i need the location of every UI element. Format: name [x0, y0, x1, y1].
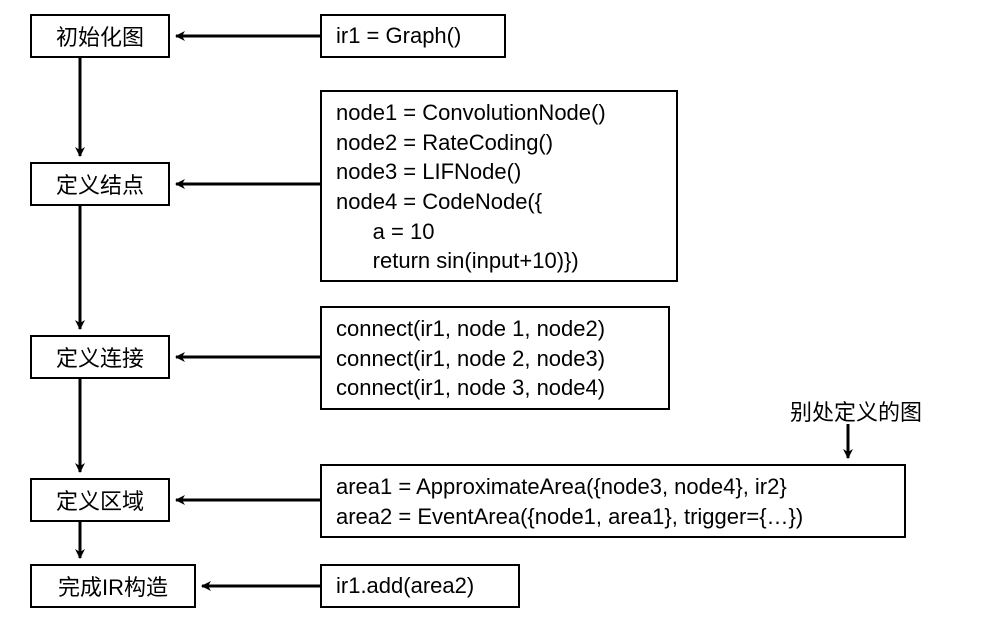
step-label: 定义结点 [56, 168, 144, 200]
step-label: 定义区域 [56, 484, 144, 516]
code-text: ir1.add(area2) [336, 571, 474, 601]
code-define-connections: connect(ir1, node 1, node2) connect(ir1,… [320, 306, 670, 410]
annotation-text: 别处定义的图 [790, 400, 922, 425]
step-define-nodes: 定义结点 [30, 162, 170, 206]
step-init-graph: 初始化图 [30, 14, 170, 58]
step-label: 完成IR构造 [58, 570, 168, 602]
step-finish-ir: 完成IR构造 [30, 564, 196, 608]
code-text: ir1 = Graph() [336, 21, 461, 51]
annotation-external-graph: 别处定义的图 [790, 395, 922, 427]
code-text: area1 = ApproximateArea({node3, node4}, … [336, 472, 803, 531]
code-init-graph: ir1 = Graph() [320, 14, 506, 58]
code-define-area: area1 = ApproximateArea({node3, node4}, … [320, 464, 906, 538]
step-define-connections: 定义连接 [30, 335, 170, 379]
code-text: node1 = ConvolutionNode() node2 = RateCo… [336, 98, 606, 276]
step-label: 初始化图 [56, 20, 144, 52]
code-define-nodes: node1 = ConvolutionNode() node2 = RateCo… [320, 90, 678, 282]
code-text: connect(ir1, node 1, node2) connect(ir1,… [336, 314, 605, 403]
step-label: 定义连接 [56, 341, 144, 373]
code-finish-ir: ir1.add(area2) [320, 564, 520, 608]
step-define-area: 定义区域 [30, 478, 170, 522]
